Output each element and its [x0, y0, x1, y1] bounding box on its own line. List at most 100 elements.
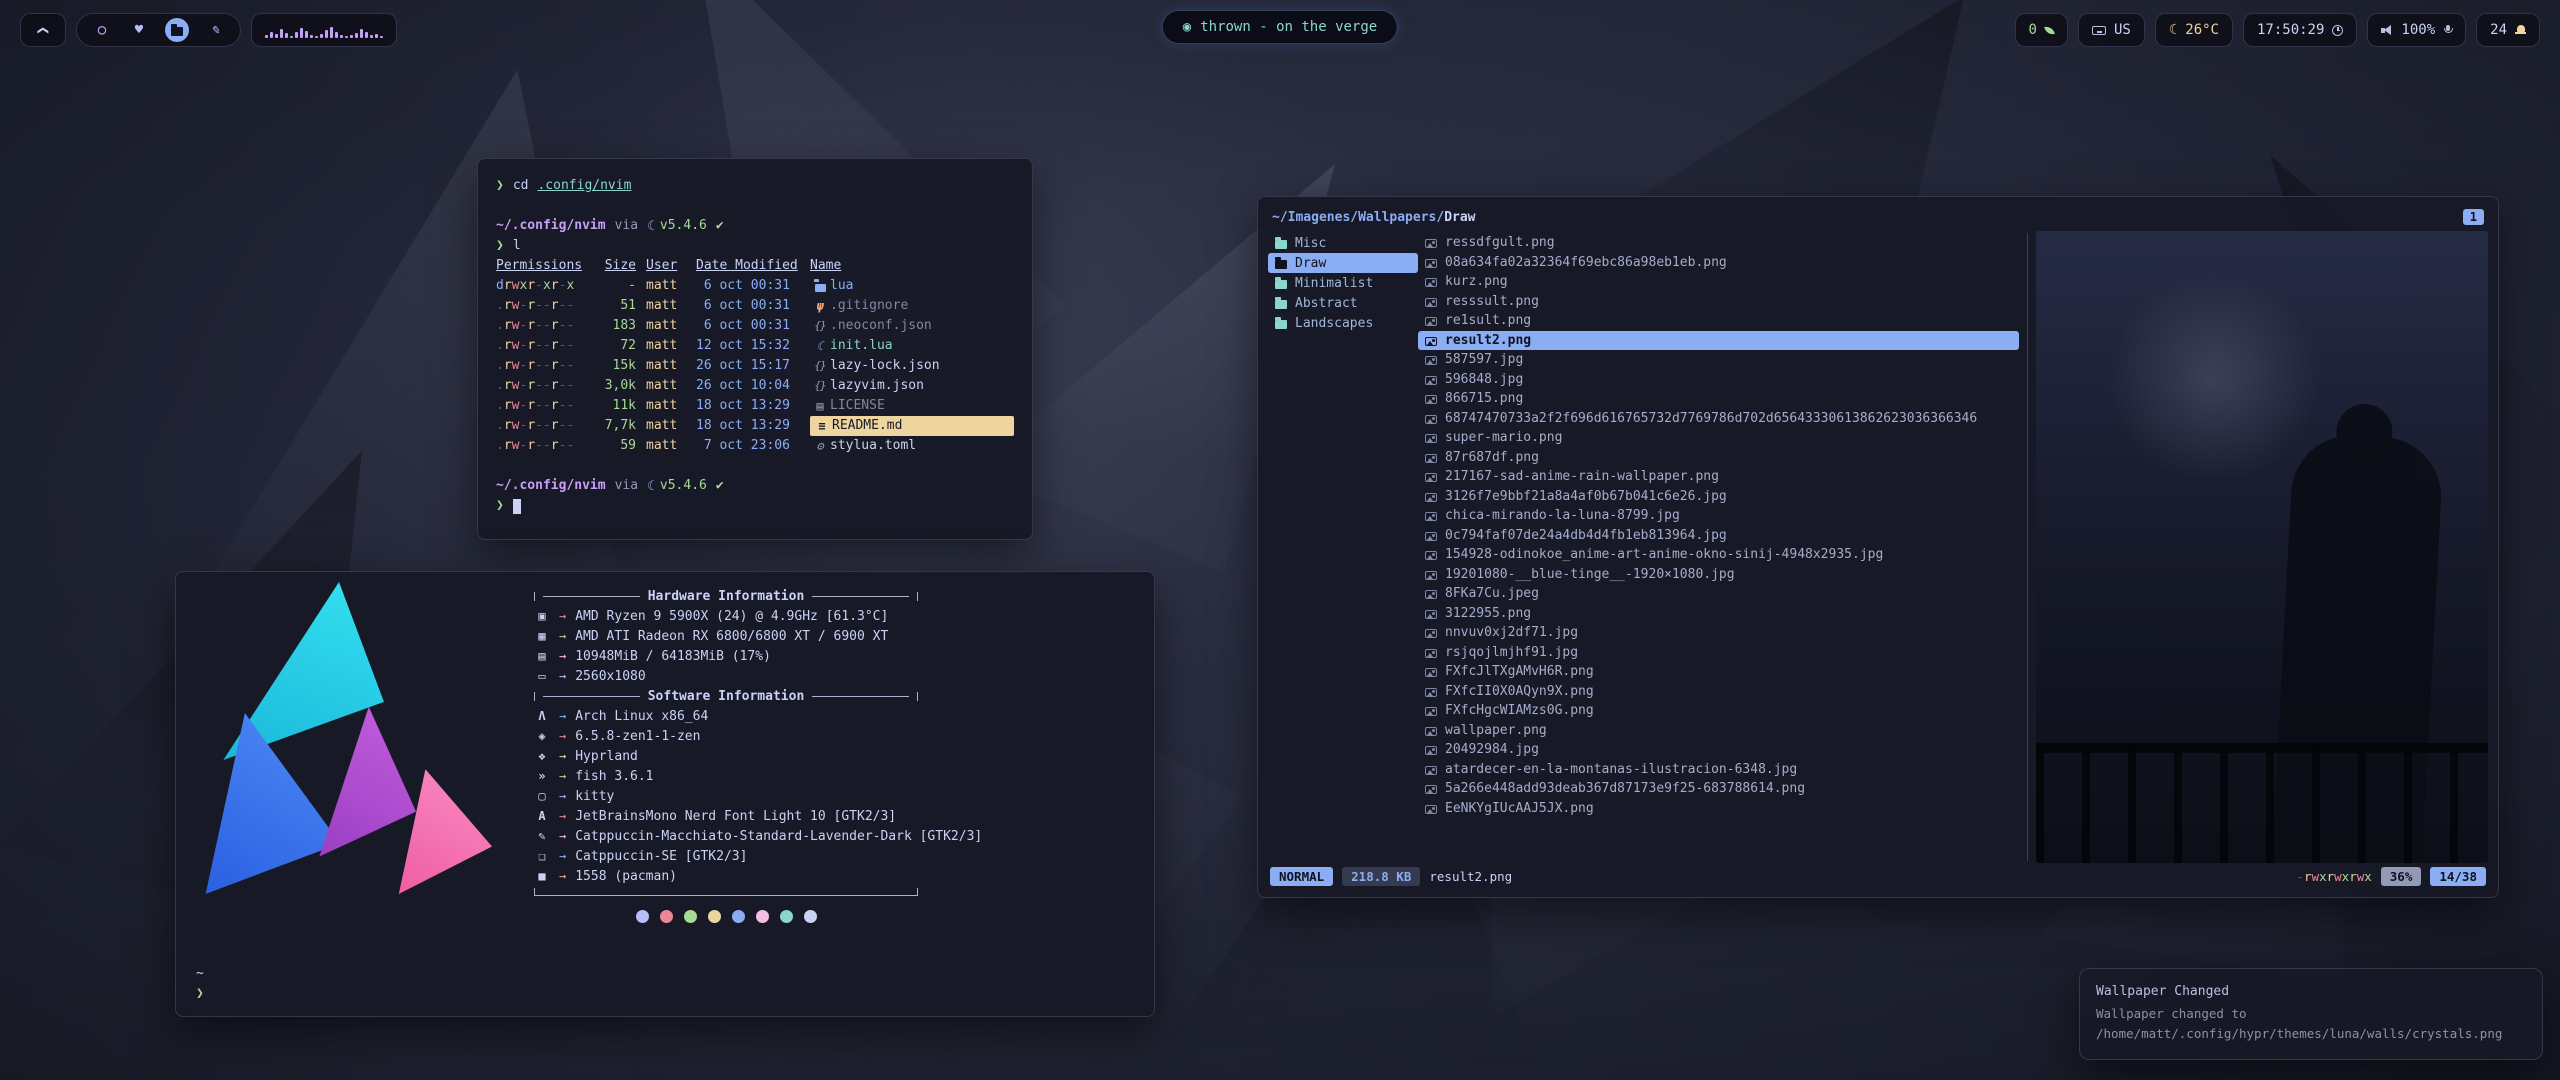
check-icon: ✔	[716, 216, 724, 236]
file-row[interactable]: 3126f7e9bbf21a8a4af0b67b041c6e26.jpg	[1418, 487, 2019, 507]
tab-badge[interactable]: 1	[2463, 209, 2484, 225]
file-row[interactable]: 5a266e448add93deab367d87173e9f25-6837886…	[1418, 779, 2019, 799]
hardware-row: 2560x1080	[534, 666, 1134, 686]
directory-item[interactable]: Draw	[1268, 253, 1418, 273]
workspace-4-button[interactable]	[204, 19, 226, 41]
notifications-module[interactable]: 24	[2476, 13, 2540, 47]
arrow-icon	[559, 629, 566, 643]
workspace-2-button[interactable]	[128, 19, 150, 41]
file-permissions: -rwxrwxrwx	[2296, 869, 2371, 884]
active-window-title-module[interactable]: thrown - on the verge	[1162, 10, 1398, 44]
updates-count: 0	[2029, 22, 2037, 38]
updates-module[interactable]: 0	[2015, 13, 2068, 47]
volume-module[interactable]: 100%	[2367, 13, 2466, 47]
directory-item[interactable]: Landscapes	[1268, 313, 1418, 333]
arrow-icon	[559, 609, 566, 623]
arrow-icon	[559, 709, 566, 723]
keyboard-layout-module[interactable]: US	[2078, 13, 2145, 47]
cwd-path: ~/.config/nvim	[496, 476, 606, 496]
directory-item[interactable]: Misc	[1268, 233, 1418, 253]
image-file-icon	[1425, 649, 1437, 658]
file-row[interactable]: wallpaper.png	[1418, 721, 2019, 741]
color-palette	[534, 910, 918, 923]
file-row[interactable]: re1sult.png	[1418, 311, 2019, 331]
image-file-icon	[1425, 746, 1437, 755]
file-date: 18 oct 13:29	[696, 396, 800, 416]
file-row[interactable]: 866715.png	[1418, 389, 2019, 409]
arrow-icon	[559, 869, 566, 883]
directory-name: Minimalist	[1295, 276, 1373, 291]
file-row[interactable]: FXfcJlTXgAMvH6R.png	[1418, 662, 2019, 682]
filetype-icon	[810, 378, 830, 394]
file-row[interactable]: nnvuv0xj2df71.jpg	[1418, 623, 2019, 643]
clock-time: 17:50:29	[2257, 22, 2324, 38]
file-name: 19201080-__blue-tinge__-1920×1080.jpg	[1445, 567, 1735, 582]
file-row[interactable]: EeNKYgIUcAAJ5JX.png	[1418, 799, 2019, 819]
file-row[interactable]: 217167-sad-anime-rain-wallpaper.png	[1418, 467, 2019, 487]
file-name: kurz.png	[1445, 274, 1508, 289]
temperature: 26°C	[2185, 22, 2219, 38]
file-row[interactable]: ressdfgult.png	[1418, 233, 2019, 253]
file-permissions: .rw-r--r--	[496, 316, 580, 336]
file-row[interactable]: 0c794faf07de24a4db4d4fb1eb813964.jpg	[1418, 526, 2019, 546]
microphone-icon	[2443, 25, 2452, 36]
software-row: Catppuccin-SE [GTK2/3]	[534, 846, 1134, 866]
arrow-icon	[559, 829, 566, 843]
file-row[interactable]: kurz.png	[1418, 272, 2019, 292]
directory-item[interactable]: Minimalist	[1268, 273, 1418, 293]
workspace-3-button[interactable]	[165, 18, 189, 42]
command-arg: .config/nvim	[537, 176, 631, 196]
file-row[interactable]: 587597.jpg	[1418, 350, 2019, 370]
file-row[interactable]: super-mario.png	[1418, 428, 2019, 448]
launcher-button[interactable]	[20, 13, 66, 47]
software-list: Arch Linux x86_64 6.5.8-zen1-1-zen Hyprl…	[534, 706, 1134, 886]
file-row[interactable]: 08a634fa02a32364f69ebc86a98eb1eb.png	[1418, 253, 2019, 273]
file-permissions: .rw-r--r--	[496, 376, 580, 396]
file-row[interactable]: FXfcHgcWIAMzs0G.png	[1418, 701, 2019, 721]
file-name: 3126f7e9bbf21a8a4af0b67b041c6e26.jpg	[1445, 489, 1727, 504]
image-file-icon	[1425, 668, 1437, 677]
software-icon	[534, 729, 550, 743]
file-date: 7 oct 23:06	[696, 436, 800, 456]
software-row: JetBrainsMono Nerd Font Light 10 [GTK2/3…	[534, 806, 1134, 826]
file-row[interactable]: resssult.png	[1418, 292, 2019, 312]
bell-icon	[2515, 25, 2526, 35]
file-row[interactable]: 20492984.jpg	[1418, 740, 2019, 760]
file-row[interactable]: chica-mirando-la-luna-8799.jpg	[1418, 506, 2019, 526]
software-row: Arch Linux x86_64	[534, 706, 1134, 726]
workspace-1-button[interactable]	[91, 19, 113, 41]
folder-icon	[1275, 320, 1287, 329]
file-row[interactable]: 19201080-__blue-tinge__-1920×1080.jpg	[1418, 565, 2019, 585]
shell-prompt: ❯	[496, 236, 504, 256]
notification-popup[interactable]: Wallpaper Changed Wallpaper changed to /…	[2079, 968, 2543, 1060]
file-name: ressdfgult.png	[1445, 235, 1555, 250]
file-row[interactable]: FXfcII0X0AQyn9X.png	[1418, 682, 2019, 702]
weather-module[interactable]: 26°C	[2155, 13, 2233, 47]
file-row[interactable]: 8FKa7Cu.jpeg	[1418, 584, 2019, 604]
file-row[interactable]: atardecer-en-la-montanas-ilustracion-634…	[1418, 760, 2019, 780]
command-text: cd	[513, 176, 529, 196]
file-permissions: .rw-r--r--	[496, 356, 580, 376]
image-file-icon	[1425, 356, 1437, 365]
file-size: 183	[590, 316, 636, 336]
file-row[interactable]: result2.png	[1418, 331, 2019, 351]
clock-module[interactable]: 17:50:29	[2243, 13, 2357, 47]
file-row[interactable]: 596848.jpg	[1418, 370, 2019, 390]
software-row: 6.5.8-zen1-1-zen	[534, 726, 1134, 746]
file-row[interactable]: rsjqojlmjhf91.jpg	[1418, 643, 2019, 663]
file-row[interactable]: 87r687df.png	[1418, 448, 2019, 468]
audio-visualizer-module[interactable]	[251, 13, 397, 47]
software-icon	[534, 849, 550, 863]
hardware-row: AMD Ryzen 9 5900X (24) @ 4.9GHz [61.3°C]	[534, 606, 1134, 626]
file-permissions: .rw-r--r--	[496, 416, 580, 436]
filetype-icon	[810, 298, 830, 314]
file-name: lua	[830, 276, 853, 296]
software-icon	[534, 769, 550, 783]
file-name: FXfcJlTXgAMvH6R.png	[1445, 664, 1594, 679]
ls-row: .rw-r--r-- 51 matt 6 oct 00:31 .gitignor…	[496, 296, 1014, 316]
file-name: 20492984.jpg	[1445, 742, 1539, 757]
file-row[interactable]: 154928-odinokoe_anime-art-anime-okno-sin…	[1418, 545, 2019, 565]
file-row[interactable]: 3122955.png	[1418, 604, 2019, 624]
file-row[interactable]: 68747470733a2f2f696d616765732d7769786d70…	[1418, 409, 2019, 429]
directory-item[interactable]: Abstract	[1268, 293, 1418, 313]
